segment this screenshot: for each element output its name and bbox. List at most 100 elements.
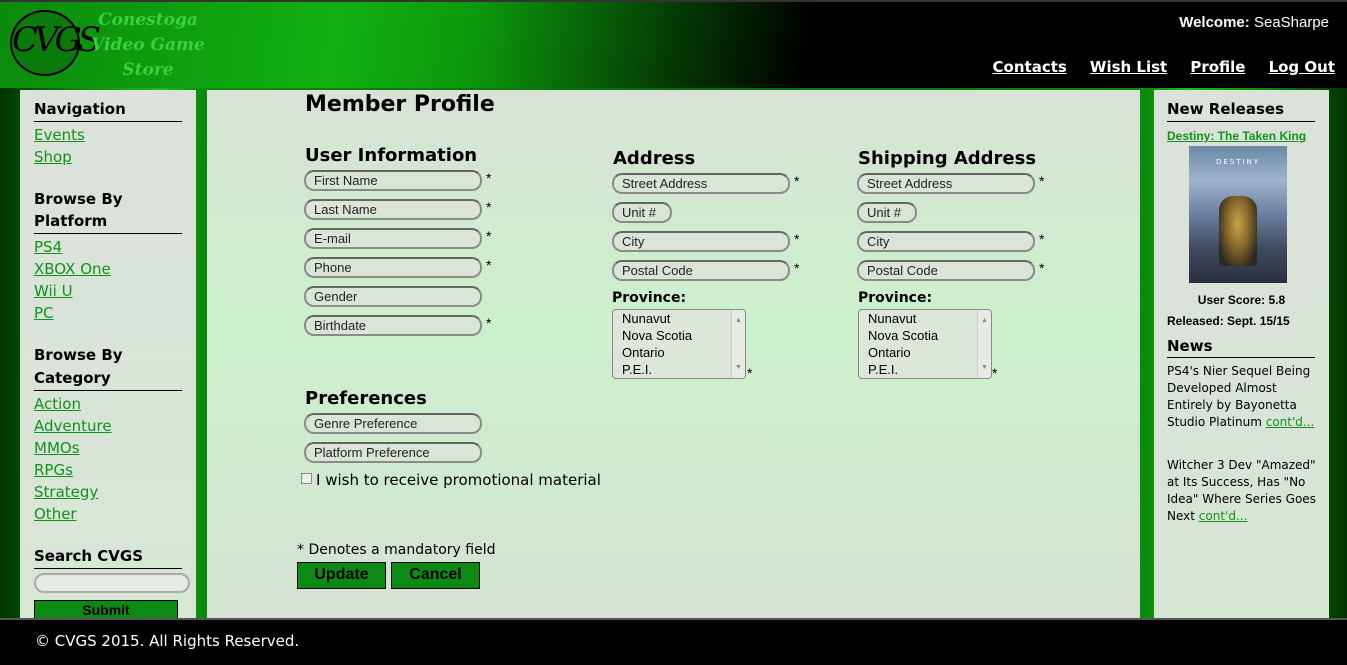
cancel-button[interactable]: Cancel (391, 562, 480, 589)
sidebar-link-adventure[interactable]: Adventure (34, 415, 182, 437)
search-heading: Search CVGS (34, 545, 182, 569)
province-option[interactable]: Nova Scotia (868, 327, 991, 344)
province-option[interactable]: Nunavut (868, 310, 991, 327)
news-heading: News (1167, 336, 1315, 358)
news-contd-link[interactable]: cont'd... (1266, 415, 1315, 429)
scroll-down-icon[interactable]: ▼ (978, 359, 991, 376)
first-name-field[interactable]: First Name (304, 170, 482, 191)
sidebar-link-xbox-one[interactable]: XBOX One (34, 258, 182, 280)
province-option[interactable]: P.E.I. (868, 361, 991, 378)
cover-figure (1219, 196, 1257, 266)
store-name-line: Video Game (91, 35, 205, 55)
promo-checkbox[interactable] (301, 473, 312, 484)
required-marker: * (747, 365, 753, 381)
promo-option: I wish to receive promotional material (301, 471, 601, 489)
nav-profile-link[interactable]: Profile (1190, 58, 1245, 76)
required-marker: * (486, 315, 492, 331)
navigation-heading: Navigation (34, 98, 182, 122)
province-option[interactable]: Nunavut (622, 310, 745, 327)
username: SeaSharpe (1253, 14, 1329, 31)
shipping-province-scrollbar[interactable]: ▲ ▼ (977, 310, 991, 378)
required-marker: * (1039, 173, 1045, 189)
platform-preference-field[interactable]: Platform Preference (304, 442, 482, 463)
phone-field[interactable]: Phone (304, 257, 482, 278)
required-marker: * (794, 173, 800, 189)
sidebar-link-ps4[interactable]: PS4 (34, 236, 182, 258)
release-date: Released: Sept. 15/15 (1167, 314, 1290, 328)
shipping-postal-code-field[interactable]: Postal Code (857, 260, 1035, 281)
sidebar-link-wii-u[interactable]: Wii U (34, 280, 182, 302)
sidebar-link-other[interactable]: Other (34, 503, 182, 525)
shipping-street-address-field[interactable]: Street Address (857, 173, 1035, 194)
province-option[interactable]: P.E.I. (622, 361, 745, 378)
required-marker: * (794, 260, 800, 276)
sidebar-link-mmos[interactable]: MMOs (34, 437, 182, 459)
page-title: Member Profile (305, 92, 495, 117)
store-name-line: Store (122, 60, 174, 80)
welcome-message: Welcome: SeaSharpe (1179, 14, 1329, 31)
nav-wishlist-link[interactable]: Wish List (1090, 58, 1167, 76)
province-select[interactable]: Nunavut Nova Scotia Ontario P.E.I. ▲ ▼ (612, 309, 746, 379)
release-title-link[interactable]: Destiny: The Taken King (1167, 129, 1316, 143)
news-item: Witcher 3 Dev "Amazed" at Its Success, H… (1167, 457, 1316, 525)
main-content: Member Profile User Information First Na… (207, 90, 1140, 618)
genre-preference-field[interactable]: Genre Preference (304, 413, 482, 434)
required-marker: * (1039, 260, 1045, 276)
top-nav: Contacts Wish List Profile Log Out (975, 57, 1335, 76)
game-cover-image[interactable]: DESTINY (1189, 146, 1287, 283)
province-option[interactable]: Ontario (622, 344, 745, 361)
required-marker: * (486, 199, 492, 215)
search-input[interactable] (34, 573, 190, 593)
scroll-down-icon[interactable]: ▼ (732, 359, 745, 376)
shipping-unit-field[interactable]: Unit # (857, 202, 917, 223)
news-item: PS4's Nier Sequel Being Developed Almost… (1167, 363, 1316, 431)
sidebar-link-shop[interactable]: Shop (34, 146, 182, 168)
platform-heading: Browse By Platform (34, 188, 182, 234)
right-sidebar: New Releases Destiny: The Taken King DES… (1154, 90, 1329, 618)
scroll-up-icon[interactable]: ▲ (732, 312, 745, 329)
cover-brand-text: DESTINY (1215, 158, 1261, 166)
sidebar-link-action[interactable]: Action (34, 393, 182, 415)
scroll-up-icon[interactable]: ▲ (978, 312, 991, 329)
promo-label[interactable]: I wish to receive promotional material (316, 471, 601, 489)
store-name-line: Conestoga (98, 10, 198, 30)
logo-letters: CVGS (12, 20, 101, 60)
email-field[interactable]: E-mail (304, 228, 482, 249)
news-contd-link[interactable]: cont'd... (1199, 509, 1248, 523)
required-marker: * (486, 228, 492, 244)
nav-contacts-link[interactable]: Contacts (993, 58, 1067, 76)
unit-field[interactable]: Unit # (612, 202, 672, 223)
required-marker: * (992, 365, 998, 381)
birthdate-field[interactable]: Birthdate (304, 315, 482, 336)
nav-logout-link[interactable]: Log Out (1269, 58, 1335, 76)
shipping-city-field[interactable]: City (857, 231, 1035, 252)
required-marker: * (486, 170, 492, 186)
sidebar-link-rpgs[interactable]: RPGs (34, 459, 182, 481)
required-marker: * (486, 257, 492, 273)
update-button[interactable]: Update (297, 562, 386, 589)
last-name-field[interactable]: Last Name (304, 199, 482, 220)
province-scrollbar[interactable]: ▲ ▼ (731, 310, 745, 378)
city-field[interactable]: City (612, 231, 790, 252)
left-sidebar: Navigation Events Shop Browse By Platfor… (20, 90, 196, 621)
new-releases-heading: New Releases (1167, 98, 1315, 122)
province-option[interactable]: Nova Scotia (622, 327, 745, 344)
shipping-province-label: Province: (858, 290, 933, 306)
required-marker: * (794, 231, 800, 247)
shipping-province-select[interactable]: Nunavut Nova Scotia Ontario P.E.I. ▲ ▼ (858, 309, 992, 379)
gender-field[interactable]: Gender (304, 286, 482, 307)
copyright-text: © CVGS 2015. All Rights Reserved. (35, 632, 300, 650)
sidebar-link-events[interactable]: Events (34, 124, 182, 146)
preferences-heading: Preferences (305, 388, 427, 409)
province-option[interactable]: Ontario (868, 344, 991, 361)
postal-code-field[interactable]: Postal Code (612, 260, 790, 281)
sidebar-link-strategy[interactable]: Strategy (34, 481, 182, 503)
store-name: Conestoga Video Game Store (86, 8, 210, 83)
category-heading-line2: Category (34, 367, 182, 391)
street-address-field[interactable]: Street Address (612, 173, 790, 194)
sidebar-link-pc[interactable]: PC (34, 302, 182, 324)
category-heading-line1: Browse By (34, 346, 123, 364)
site-header: CVGS Conestoga Video Game Store Welcome:… (0, 0, 1347, 88)
province-label: Province: (612, 290, 687, 306)
logo[interactable]: CVGS (10, 10, 101, 76)
